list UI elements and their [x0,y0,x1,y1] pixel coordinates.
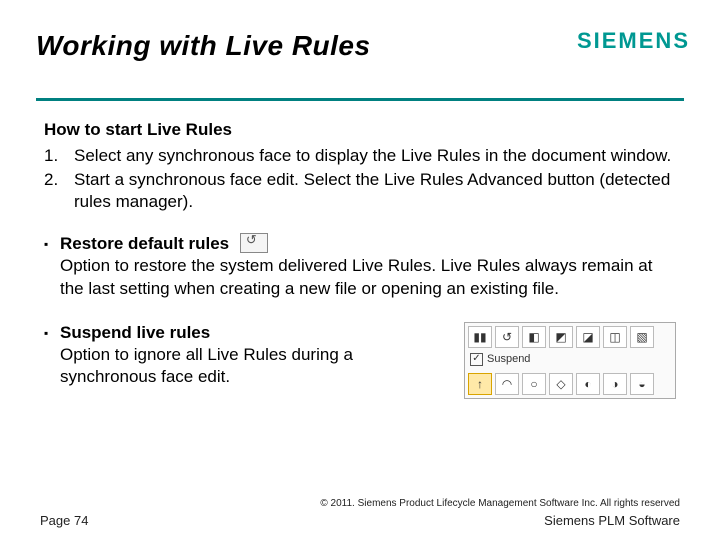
tool-icon: ◑ [603,373,627,395]
tool-icon: ◠ [495,373,519,395]
tool-icon: ◐ [576,373,600,395]
tool-icon: ◇ [549,373,573,395]
tool-icon: ○ [522,373,546,395]
tool-icon: ▧ [630,326,654,348]
pause-icon: ▮▮ [468,326,492,348]
step-number: 1. [44,145,74,167]
tool-icon: ◪ [576,326,600,348]
suspend-checkbox: ✓ [470,353,483,366]
step-number: 2. [44,169,74,213]
list-item: 2. Start a synchronous face edit. Select… [44,169,676,213]
bullet-item: ▪ Restore default rules Option to restor… [44,233,676,299]
bullet-item: ▪ Suspend live rules Option to ignore al… [44,322,676,399]
section-heading: How to start Live Rules [44,119,676,141]
step-text: Select any synchronous face to display t… [74,145,671,167]
tool-icon: ◧ [522,326,546,348]
step-text: Start a synchronous face edit. Select th… [74,169,676,213]
tool-icon: ◩ [549,326,573,348]
cursor-icon: ↑ [468,373,492,395]
suspend-toolbar-image: ▮▮ ↺ ◧ ◩ ◪ ◫ ▧ ✓ Suspend ↑ ◠ [464,322,676,399]
bullet-square-icon: ▪ [44,233,60,299]
bullet-text: Option to restore the system delivered L… [60,256,652,297]
bullet-title: Restore default rules [60,234,229,253]
bullet-text: Option to ignore all Live Rules during a… [60,345,353,386]
suspend-label: Suspend [487,354,530,365]
bullet-title: Suspend live rules [60,323,210,342]
product-name: Siemens PLM Software [544,513,680,528]
list-item: 1. Select any synchronous face to displa… [44,145,676,167]
copyright-text: © 2011. Siemens Product Lifecycle Manage… [320,498,680,509]
ordered-steps: 1. Select any synchronous face to displa… [44,145,676,213]
restore-icon: ↺ [495,326,519,348]
bullet-square-icon: ▪ [44,322,60,399]
restore-icon [240,233,268,253]
brand-logo: SIEMENS [577,28,690,54]
tool-icon: ◒ [630,373,654,395]
tool-icon: ◫ [603,326,627,348]
page-number: Page 74 [40,513,88,528]
